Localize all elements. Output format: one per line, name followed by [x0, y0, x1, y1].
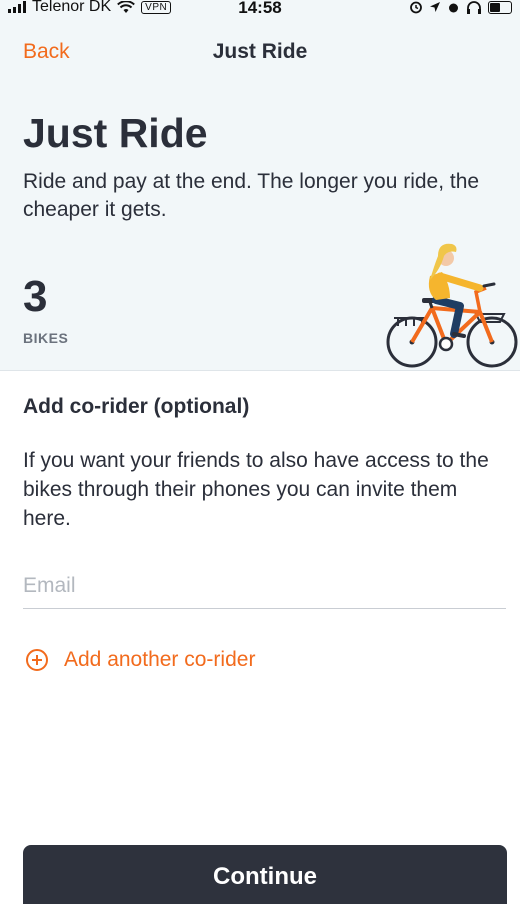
- status-bar: Telenor DK VPN 14:58: [0, 0, 520, 20]
- screen: Telenor DK VPN 14:58 Back Just Ride Just…: [0, 0, 520, 904]
- navigation-bar: Back Just Ride: [0, 34, 520, 72]
- email-input[interactable]: [23, 564, 506, 609]
- status-right: [409, 0, 512, 14]
- page-title: Just Ride: [23, 110, 208, 156]
- continue-button[interactable]: Continue: [23, 845, 507, 904]
- plus-circle-icon: [26, 649, 48, 671]
- location-icon: [430, 2, 440, 12]
- headphones-icon: [467, 0, 481, 14]
- bike-rider-illustration: [386, 243, 518, 368]
- add-co-rider-button[interactable]: Add another co-rider: [26, 648, 255, 672]
- alarm-clock-icon: [449, 3, 458, 12]
- page-subtitle: Ride and pay at the end. The longer you …: [23, 170, 480, 221]
- battery-icon: [488, 0, 512, 14]
- bike-count: 3: [23, 272, 48, 321]
- alarm-icon: [410, 1, 422, 14]
- co-rider-heading: Add co-rider (optional): [23, 395, 250, 418]
- co-rider-description: If you want your friends to also have ac…: [23, 449, 489, 530]
- nav-title: Just Ride: [212, 40, 308, 63]
- bike-count-label: BIKES: [23, 330, 69, 346]
- add-co-rider-label: Add another co-rider: [64, 648, 256, 671]
